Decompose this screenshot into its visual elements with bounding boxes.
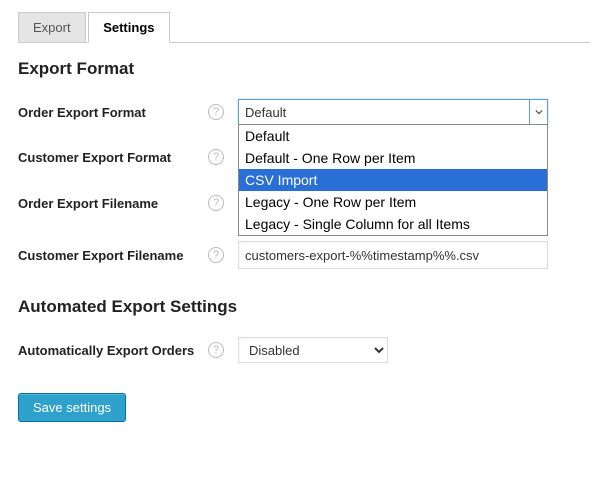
save-settings-button[interactable]: Save settings xyxy=(18,393,126,422)
help-icon[interactable]: ? xyxy=(208,149,224,165)
row-customer-export-filename: Customer Export Filename ? xyxy=(18,229,590,281)
section-export-format: Export Format xyxy=(18,59,590,79)
tab-export[interactable]: Export xyxy=(18,12,86,43)
help-icon[interactable]: ? xyxy=(208,247,224,263)
label-order-export-format: Order Export Format xyxy=(18,105,146,120)
dropdown-option[interactable]: Default xyxy=(239,125,547,147)
tab-settings[interactable]: Settings xyxy=(88,12,169,43)
order-export-format-select[interactable]: Default xyxy=(238,99,548,125)
order-export-format-dropdown[interactable]: DefaultDefault - One Row per ItemCSV Imp… xyxy=(238,124,548,236)
auto-export-orders-select[interactable]: Disabled xyxy=(238,337,388,363)
label-order-export-filename: Order Export Filename xyxy=(18,196,158,211)
section-automated-export: Automated Export Settings xyxy=(18,297,590,317)
dropdown-option[interactable]: Default - One Row per Item xyxy=(239,147,547,169)
help-icon[interactable]: ? xyxy=(208,342,224,358)
customer-export-filename-input[interactable] xyxy=(238,241,548,269)
dropdown-option[interactable]: Legacy - One Row per Item xyxy=(239,191,547,213)
help-icon[interactable]: ? xyxy=(208,104,224,120)
tab-bar: Export Settings xyxy=(18,12,590,43)
order-export-format-selected: Default xyxy=(245,105,286,120)
dropdown-option[interactable]: CSV Import xyxy=(239,169,547,191)
chevron-down-icon xyxy=(529,100,547,124)
label-customer-export-filename: Customer Export Filename xyxy=(18,248,183,263)
row-order-export-format: Order Export Format ? Default DefaultDef… xyxy=(18,87,590,137)
row-auto-export-orders: Automatically Export Orders ? Disabled xyxy=(18,325,590,375)
help-icon[interactable]: ? xyxy=(208,195,224,211)
label-customer-export-format: Customer Export Format xyxy=(18,150,171,165)
dropdown-option[interactable]: Legacy - Single Column for all Items xyxy=(239,213,547,235)
label-auto-export-orders: Automatically Export Orders xyxy=(18,343,194,358)
